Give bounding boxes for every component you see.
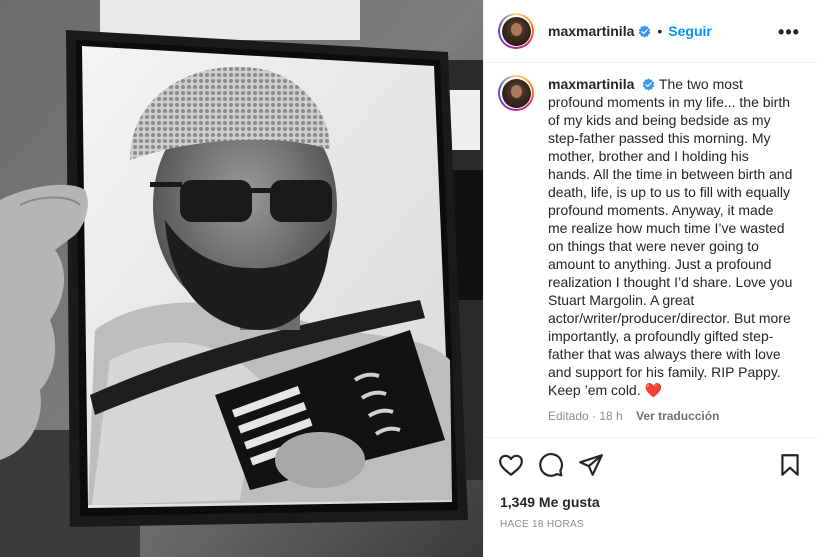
- action-bar: [498, 448, 803, 482]
- avatar[interactable]: [498, 13, 534, 49]
- caption-text-block: maxmartinila The two most profound momen…: [548, 75, 793, 425]
- separator-dot: •: [657, 23, 663, 39]
- bookmark-icon[interactable]: [777, 452, 803, 478]
- caption-section: maxmartinila The two most profound momen…: [484, 63, 817, 438]
- caption-username[interactable]: maxmartinila: [548, 76, 634, 92]
- caption-meta: Editado · 18 h Ver traducción: [548, 407, 793, 425]
- more-options-label: •••: [778, 22, 800, 42]
- red-heart-emoji-icon: ❤️: [644, 382, 662, 398]
- translate-link[interactable]: Ver traducción: [636, 409, 719, 423]
- post-header: maxmartinila • Seguir •••: [484, 0, 817, 63]
- likes-count[interactable]: 1,349 Me gusta: [500, 494, 600, 510]
- verified-badge-icon: [642, 78, 655, 91]
- post-timestamp: HACE 18 HORAS: [500, 519, 584, 530]
- follow-button[interactable]: Seguir: [668, 23, 712, 39]
- header-username[interactable]: maxmartinila: [548, 23, 634, 39]
- more-options-icon[interactable]: •••: [778, 22, 800, 42]
- comment-icon[interactable]: [538, 452, 564, 478]
- paper-plane-icon[interactable]: [578, 452, 604, 478]
- edited-time-label: Editado · 18 h: [548, 409, 623, 423]
- post-side-panel: maxmartinila • Seguir ••• maxmartinila T…: [483, 0, 817, 557]
- caption-avatar[interactable]: [498, 75, 534, 111]
- caption-text: The two most profound moments in my life…: [548, 76, 793, 398]
- framed-photo-image: [0, 0, 483, 557]
- heart-icon[interactable]: [498, 452, 524, 478]
- post-photo[interactable]: [0, 0, 483, 557]
- verified-badge-icon: [639, 24, 651, 38]
